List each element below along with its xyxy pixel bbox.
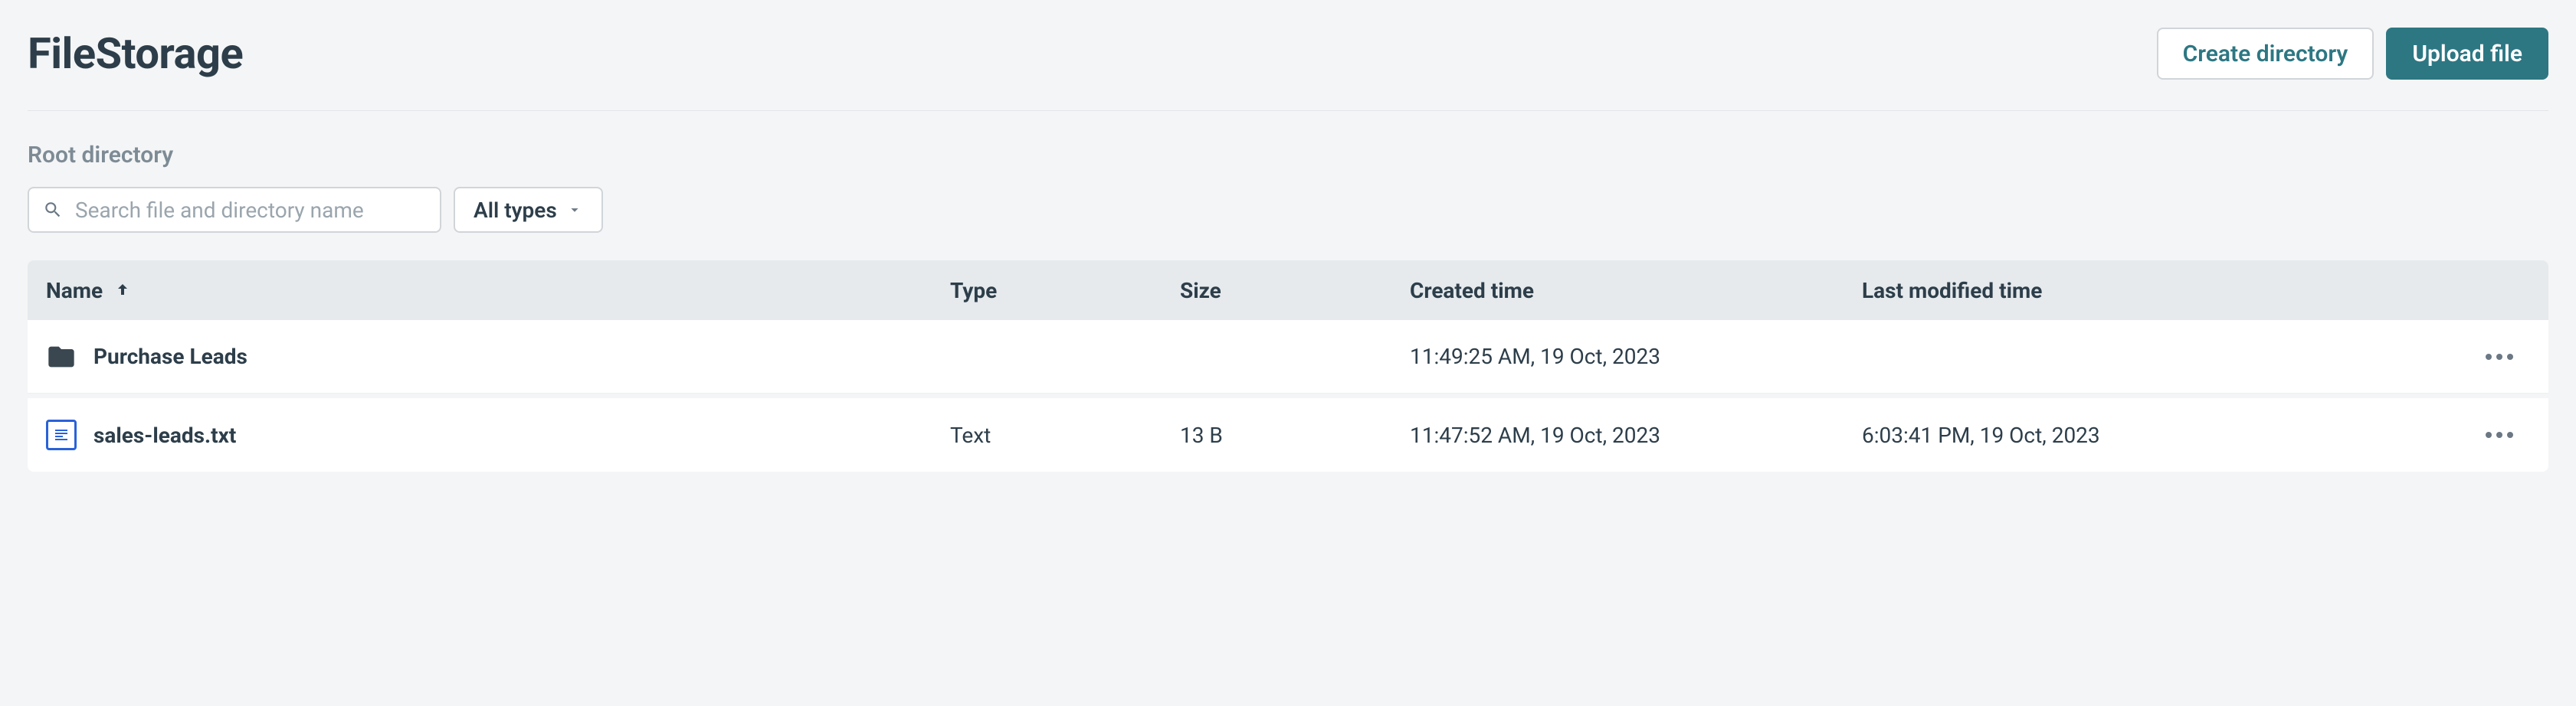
table-row[interactable]: sales-leads.txt Text 13 B 11:47:52 AM, 1… [28, 398, 2548, 472]
row-name-label: Purchase Leads [93, 344, 247, 369]
page-root: FileStorage Create directory Upload file… [0, 0, 2576, 472]
table-header-row: Name Type Size Created time Last modifie… [28, 260, 2548, 320]
file-table: Name Type Size Created time Last modifie… [28, 260, 2548, 472]
row-modified-cell: 6:03:41 PM, 19 Oct, 2023 [1862, 423, 2469, 448]
row-actions-cell [2469, 346, 2530, 368]
column-header-type[interactable]: Type [950, 278, 1180, 303]
page-title: FileStorage [28, 28, 243, 79]
row-created-cell: 11:47:52 AM, 19 Oct, 2023 [1410, 423, 1862, 448]
column-header-size[interactable]: Size [1180, 278, 1410, 303]
filters-row: All types [28, 187, 2548, 233]
column-header-modified[interactable]: Last modified time [1862, 278, 2469, 303]
column-header-name-label: Name [46, 278, 103, 303]
header-actions: Create directory Upload file [2157, 28, 2548, 80]
sort-asc-icon [113, 281, 132, 299]
column-header-created[interactable]: Created time [1410, 278, 1862, 303]
type-filter-label: All types [474, 198, 557, 223]
chevron-down-icon [566, 201, 583, 218]
more-horizontal-icon [2484, 430, 2515, 440]
row-type-cell: Text [950, 423, 1180, 448]
row-more-button[interactable] [2478, 424, 2521, 446]
more-horizontal-icon [2484, 352, 2515, 361]
upload-file-button[interactable]: Upload file [2386, 28, 2548, 80]
header-divider [28, 110, 2548, 111]
column-header-name[interactable]: Name [46, 278, 950, 303]
folder-icon [46, 342, 77, 372]
row-actions-cell [2469, 424, 2530, 446]
row-more-button[interactable] [2478, 346, 2521, 368]
type-filter-dropdown[interactable]: All types [454, 187, 603, 233]
file-icon [46, 420, 77, 450]
search-input[interactable] [28, 187, 441, 233]
table-row[interactable]: Purchase Leads 11:49:25 AM, 19 Oct, 2023 [28, 320, 2548, 394]
row-name-label: sales-leads.txt [93, 423, 236, 448]
search-box [28, 187, 441, 233]
row-size-cell: 13 B [1180, 423, 1410, 448]
row-name-cell: sales-leads.txt [46, 420, 950, 450]
row-created-cell: 11:49:25 AM, 19 Oct, 2023 [1410, 344, 1862, 369]
create-directory-button[interactable]: Create directory [2157, 28, 2374, 80]
page-header: FileStorage Create directory Upload file [28, 28, 2548, 80]
breadcrumb[interactable]: Root directory [28, 142, 2548, 168]
search-icon [43, 200, 63, 220]
row-name-cell: Purchase Leads [46, 342, 950, 372]
